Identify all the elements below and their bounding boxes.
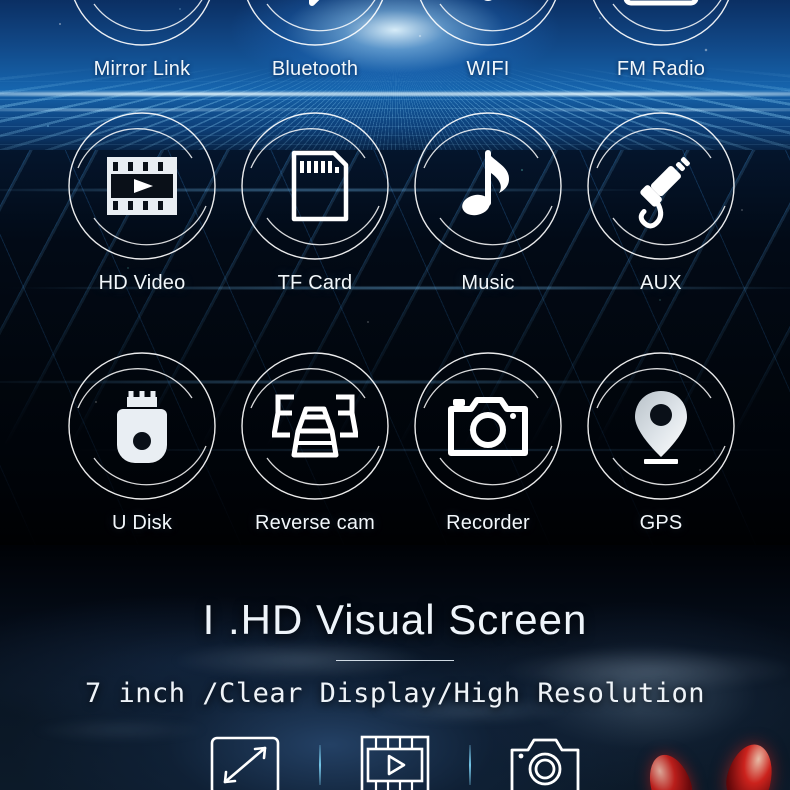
icon-ring-recorder: [412, 350, 564, 502]
video-player-icon: [360, 735, 430, 790]
feature-label: Music: [461, 272, 515, 294]
feature-icon-grid: Mirror Link Bluetooth WIFI FM Radio HD V…: [0, 0, 790, 560]
feature-cell-music[interactable]: Music: [400, 110, 576, 295]
icon-ring-mirror-link: [66, 0, 218, 48]
promo-subtitle: 7 inch /Clear Display/High Resolution: [85, 678, 705, 709]
feature-divider-1: [319, 745, 321, 785]
feature-camera[interactable]: [505, 732, 585, 790]
icon-ring-gps: [585, 350, 737, 502]
product-banner: Mirror Link Bluetooth WIFI FM Radio HD V…: [0, 0, 790, 790]
feature-label: TF Card: [277, 272, 353, 294]
feature-label: HD Video: [98, 272, 186, 294]
feature-video-playback[interactable]: [355, 732, 435, 790]
feature-cell-bluetooth[interactable]: Bluetooth: [227, 0, 403, 81]
feature-screen-size[interactable]: [205, 732, 285, 790]
feature-cell-hd-video[interactable]: HD Video: [54, 110, 230, 295]
feature-label: GPS: [639, 512, 683, 534]
feature-cell-recorder[interactable]: Recorder: [400, 350, 576, 535]
usb-drive-icon: [99, 383, 185, 469]
feature-label: FM Radio: [616, 58, 706, 80]
icon-ring-fm-radio: [585, 0, 737, 48]
mirror-link-icon: [99, 0, 185, 15]
wifi-icon: [445, 0, 531, 15]
fm-radio-icon: [618, 0, 704, 15]
feature-cell-u-disk[interactable]: U Disk: [54, 350, 230, 535]
feature-label: Mirror Link: [93, 58, 191, 80]
feature-label: Recorder: [446, 512, 530, 534]
feature-highlight-bar: [0, 732, 790, 790]
feature-label: AUX: [640, 272, 682, 294]
music-note-icon: [445, 143, 531, 229]
feature-cell-reverse-cam[interactable]: Reverse cam: [227, 350, 403, 535]
bluetooth-icon: [272, 0, 358, 15]
sd-card-icon: [272, 143, 358, 229]
feature-label: WIFI: [466, 58, 510, 80]
feature-cell-fm-radio[interactable]: FM Radio: [573, 0, 749, 81]
icon-ring-bluetooth: [239, 0, 391, 48]
icon-ring-tf-card: [239, 110, 391, 262]
icon-ring-reverse-cam: [239, 350, 391, 502]
screen-diagonal-icon: [210, 736, 280, 790]
audio-jack-icon: [618, 143, 704, 229]
icon-ring-aux: [585, 110, 737, 262]
reverse-camera-icon: [272, 383, 358, 469]
feature-cell-tf-card[interactable]: TF Card: [227, 110, 403, 295]
camera-outline-icon: [510, 738, 580, 790]
feature-cell-wifi[interactable]: WIFI: [400, 0, 576, 81]
icon-ring-music: [412, 110, 564, 262]
feature-cell-gps[interactable]: GPS: [573, 350, 749, 535]
feature-cell-mirror-link[interactable]: Mirror Link: [54, 0, 230, 81]
feature-cell-aux[interactable]: AUX: [573, 110, 749, 295]
icon-ring-u-disk: [66, 350, 218, 502]
page-title: I .HD Visual Screen: [202, 596, 588, 643]
promo-block: I .HD Visual Screen 7 inch /Clear Displa…: [0, 596, 790, 709]
film-play-icon: [99, 143, 185, 229]
feature-label: U Disk: [111, 512, 173, 534]
title-divider: [336, 660, 454, 661]
feature-divider-2: [469, 745, 471, 785]
icon-ring-hd-video: [66, 110, 218, 262]
camera-icon: [445, 383, 531, 469]
map-pin-icon: [618, 383, 704, 469]
icon-ring-wifi: [412, 0, 564, 48]
feature-label: Reverse cam: [254, 512, 375, 534]
feature-label: Bluetooth: [271, 58, 359, 80]
